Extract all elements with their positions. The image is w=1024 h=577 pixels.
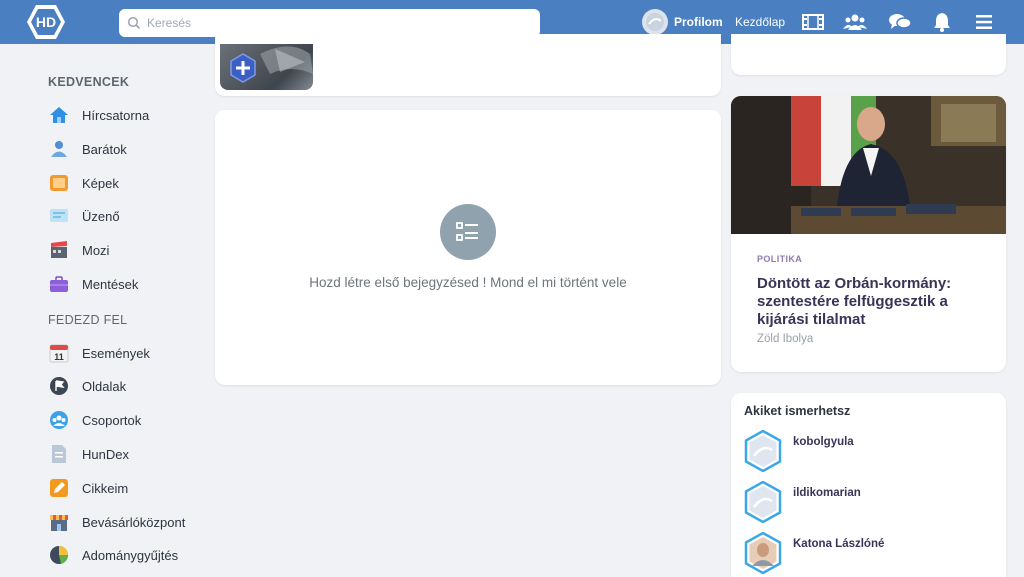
favorites-section-title: KEDVENCEK xyxy=(48,75,130,89)
sidebar-item-groups[interactable]: Csoportok xyxy=(48,408,208,432)
news-title[interactable]: Döntött az Orbán-kormány: szentestére fe… xyxy=(757,275,997,329)
friends-icon[interactable] xyxy=(843,10,867,34)
calendar-day: 11 xyxy=(54,352,64,362)
suggestion-name[interactable]: ildikomarian xyxy=(793,487,861,499)
sidebar-item-label: Cikkeim xyxy=(82,480,129,496)
bell-icon[interactable] xyxy=(930,10,954,34)
empty-feed-message: Hozd létre első bejegyzésed ! Mond el mi… xyxy=(309,275,627,290)
pencil-icon xyxy=(48,477,70,499)
calendar-icon: 11 xyxy=(48,342,70,364)
message-icon xyxy=(48,205,70,227)
flag-icon xyxy=(48,375,70,397)
add-icon[interactable] xyxy=(229,53,257,83)
profile-avatar xyxy=(642,9,668,35)
logo-text: HD xyxy=(36,14,56,30)
sidebar-item-label: Képek xyxy=(82,175,119,191)
profile-label: Profilom xyxy=(674,15,723,29)
sidebar-item-my-articles[interactable]: Cikkeim xyxy=(48,476,208,500)
search-icon xyxy=(127,16,141,30)
photos-icon xyxy=(48,172,70,194)
profile-link[interactable]: Profilom xyxy=(642,9,723,35)
explore-section-title: FEDEZD FEL xyxy=(48,313,128,327)
site-logo[interactable]: HD xyxy=(26,3,66,41)
sidebar-item-label: Események xyxy=(82,345,150,361)
sidebar-item-friends[interactable]: Barátok xyxy=(48,137,208,161)
menu-icon[interactable] xyxy=(972,10,996,34)
sidebar-item-saved[interactable]: Mentések xyxy=(48,272,208,296)
news-author[interactable]: Zöld Ibolya xyxy=(757,333,813,345)
news-category: POLITIKA xyxy=(757,254,803,264)
film-icon[interactable] xyxy=(801,10,825,34)
suggestion-name[interactable]: kobolgyula xyxy=(793,436,854,448)
news-image[interactable] xyxy=(731,96,1006,234)
sidebar-item-photos[interactable]: Képek xyxy=(48,171,208,195)
suggestion-name[interactable]: Katona Lászlóné xyxy=(793,538,884,550)
home-icon xyxy=(48,104,70,126)
sidebar-item-label: Barátok xyxy=(82,141,127,157)
document-icon xyxy=(48,443,70,465)
sidebar-item-label: Bevásárlóközpont xyxy=(82,514,186,530)
sidebar-item-label: Adománygyűjtés xyxy=(82,547,179,563)
sidebar-item-label: Mozi xyxy=(82,242,110,258)
shop-icon xyxy=(48,511,70,533)
chat-icon[interactable] xyxy=(888,10,912,34)
sidebar-item-pages[interactable]: Oldalak xyxy=(48,374,208,398)
sidebar-item-label: Üzenő xyxy=(82,208,120,224)
sidebar-item-fundraising[interactable]: Adománygyűjtés xyxy=(48,543,208,567)
sidebar-item-label: HunDex xyxy=(82,446,129,462)
sidebar-item-events[interactable]: 11 Események xyxy=(48,341,208,365)
sidebar-item-messages[interactable]: Üzenő xyxy=(48,204,208,228)
right-top-card xyxy=(731,34,1006,75)
left-sidebar: KEDVENCEK Hírcsatorna Barátok Képek Üzen… xyxy=(0,44,210,577)
sidebar-item-label: Mentések xyxy=(82,276,139,292)
sidebar-item-label: Oldalak xyxy=(82,378,127,394)
search-bar[interactable] xyxy=(119,9,540,37)
friends-icon xyxy=(48,138,70,160)
list-icon xyxy=(440,204,496,260)
home-link[interactable]: Kezdőlap xyxy=(735,15,785,29)
sidebar-item-shopping-center[interactable]: Bevásárlóközpont xyxy=(48,510,208,534)
groups-icon xyxy=(48,409,70,431)
suggestion-item[interactable]: ildikomarian xyxy=(744,481,861,523)
sidebar-item-label: Csoportok xyxy=(82,412,142,428)
sidebar-item-label: Hírcsatorna xyxy=(82,107,150,123)
hexagon-avatar xyxy=(744,532,782,574)
sidebar-item-news-feed[interactable]: Hírcsatorna xyxy=(48,103,208,127)
sidebar-item-cinema[interactable]: Mozi xyxy=(48,238,208,262)
hexagon-avatar xyxy=(744,430,782,472)
sidebar-item-hundex[interactable]: HunDex xyxy=(48,442,208,466)
suggestions-title: Akiket ismerhetsz xyxy=(744,404,851,418)
briefcase-icon xyxy=(48,273,70,295)
hexagon-avatar xyxy=(744,481,782,523)
suggestion-item[interactable]: kobolgyula xyxy=(744,430,854,472)
pie-chart-icon xyxy=(48,544,70,566)
search-input[interactable] xyxy=(147,16,527,30)
cinema-icon xyxy=(48,239,70,261)
suggestion-item[interactable]: Katona Lászlóné xyxy=(744,532,884,574)
